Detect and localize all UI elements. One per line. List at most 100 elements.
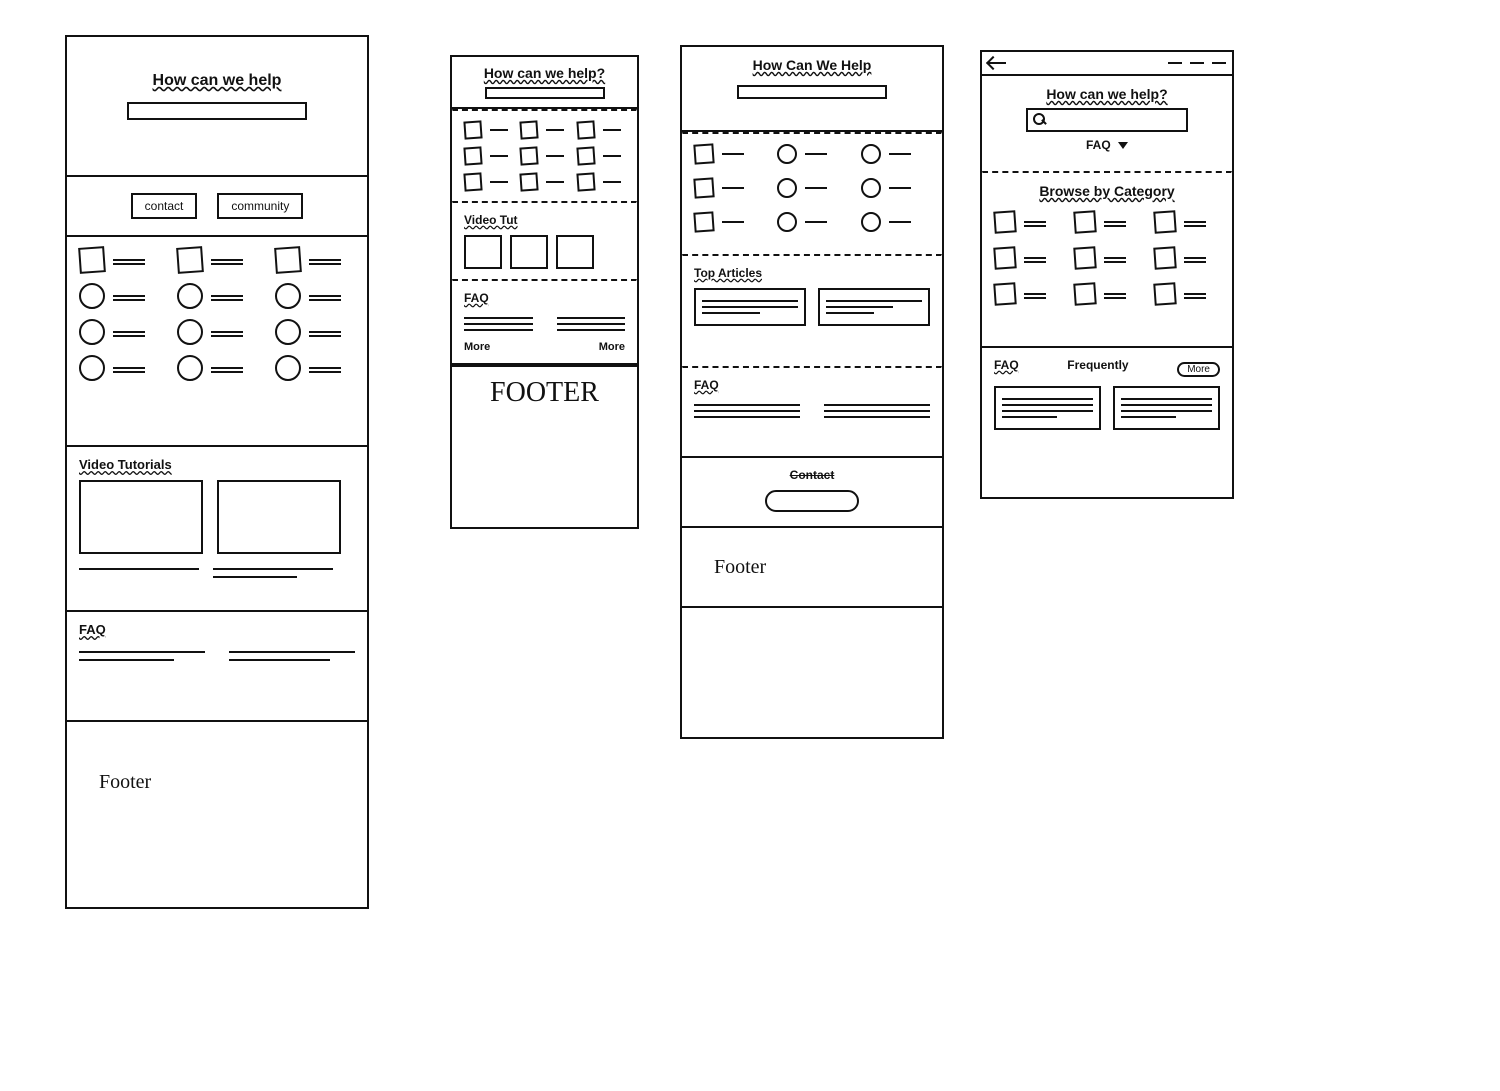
hero-title: How can we help [79, 72, 355, 90]
category-item[interactable] [520, 121, 568, 139]
category-item[interactable] [994, 247, 1060, 269]
category-item[interactable] [1074, 283, 1140, 305]
hero-section: How Can We Help [682, 47, 942, 132]
category-item[interactable] [464, 121, 512, 139]
category-item[interactable] [1154, 211, 1220, 233]
faq-jump-link[interactable]: FAQ [1086, 138, 1111, 152]
category-label-placeholder [546, 129, 564, 131]
back-arrow-icon[interactable] [988, 56, 1008, 70]
video-thumb[interactable] [464, 235, 502, 269]
category-item[interactable] [777, 144, 846, 164]
faq-section-label: FAQ [79, 622, 355, 637]
category-label-placeholder [722, 187, 744, 189]
category-item[interactable] [577, 147, 625, 165]
video-thumb[interactable] [217, 480, 341, 554]
contact-button[interactable] [765, 490, 859, 512]
window-control-icon[interactable] [1212, 62, 1226, 64]
category-item[interactable] [777, 178, 846, 198]
top-articles-section: Top Articles [682, 256, 942, 366]
category-label-placeholder [1104, 257, 1126, 259]
category-item[interactable] [861, 178, 930, 198]
category-item[interactable] [520, 147, 568, 165]
video-section-label: Video Tut [464, 213, 625, 227]
more-button[interactable]: More [1177, 362, 1220, 377]
square-icon [176, 246, 204, 274]
category-item[interactable] [79, 355, 159, 381]
more-link[interactable]: More [464, 341, 490, 353]
video-caption-placeholder [213, 562, 333, 584]
category-item[interactable] [1154, 283, 1220, 305]
category-item[interactable] [79, 319, 159, 345]
more-link[interactable]: More [599, 341, 625, 353]
video-section-label: Video Tutorials [79, 457, 355, 472]
circle-icon [79, 283, 105, 309]
category-item[interactable] [177, 247, 257, 273]
faq-card[interactable] [1113, 386, 1220, 430]
search-icon [1032, 112, 1048, 128]
square-icon [463, 146, 482, 165]
video-section: Video Tut [452, 203, 637, 279]
category-item[interactable] [275, 355, 355, 381]
search-input[interactable] [127, 102, 307, 120]
faq-section: FAQ Frequently More [982, 348, 1232, 468]
category-label-placeholder [211, 259, 243, 261]
category-item[interactable] [994, 211, 1060, 233]
video-thumb[interactable] [79, 480, 203, 554]
search-input[interactable] [485, 87, 605, 99]
tab-community[interactable]: community [217, 193, 303, 219]
category-item[interactable] [694, 144, 763, 164]
footer-label: FOOTER [452, 363, 637, 419]
category-item[interactable] [861, 212, 930, 232]
search-input[interactable] [1048, 114, 1182, 126]
category-label-placeholder [805, 153, 827, 155]
category-item[interactable] [1074, 247, 1140, 269]
search-input[interactable] [737, 85, 887, 99]
hero-title: How can we help? [994, 86, 1220, 102]
category-label-placeholder [603, 181, 621, 183]
category-item[interactable] [177, 355, 257, 381]
video-thumb[interactable] [510, 235, 548, 269]
category-item[interactable] [79, 247, 159, 273]
square-icon [1153, 246, 1176, 269]
category-item[interactable] [275, 283, 355, 309]
video-caption-placeholder [79, 562, 199, 584]
category-label-placeholder [309, 295, 341, 297]
article-card[interactable] [694, 288, 806, 326]
circle-icon [777, 178, 797, 198]
contact-label: Contact [694, 468, 930, 482]
category-item[interactable] [275, 247, 355, 273]
top-articles-label: Top Articles [694, 266, 930, 280]
category-item[interactable] [520, 173, 568, 191]
category-item[interactable] [777, 212, 846, 232]
video-thumb[interactable] [556, 235, 594, 269]
category-item[interactable] [994, 283, 1060, 305]
category-item[interactable] [1154, 247, 1220, 269]
category-item[interactable] [275, 319, 355, 345]
category-item[interactable] [177, 319, 257, 345]
category-item[interactable] [861, 144, 930, 164]
category-item[interactable] [694, 212, 763, 232]
category-item[interactable] [177, 283, 257, 309]
category-item[interactable] [1074, 211, 1140, 233]
category-item[interactable] [79, 283, 159, 309]
wireframe-panel-1: How can we help contact community [65, 35, 369, 909]
category-item[interactable] [577, 173, 625, 191]
category-label-placeholder [889, 187, 911, 189]
window-control-icon[interactable] [1168, 62, 1182, 64]
article-card[interactable] [818, 288, 930, 326]
frequently-label: Frequently [1067, 358, 1128, 372]
square-icon [993, 282, 1016, 305]
faq-card[interactable] [994, 386, 1101, 430]
window-control-icon[interactable] [1190, 62, 1204, 64]
faq-section-label: FAQ [464, 291, 625, 305]
category-item[interactable] [464, 147, 512, 165]
circle-icon [275, 319, 301, 345]
square-icon [520, 172, 539, 191]
square-icon [1153, 282, 1176, 305]
category-item[interactable] [464, 173, 512, 191]
category-item[interactable] [694, 178, 763, 198]
tab-contact[interactable]: contact [131, 193, 198, 219]
square-icon [576, 146, 595, 165]
category-item[interactable] [577, 121, 625, 139]
footer-section: Footer [682, 528, 942, 608]
